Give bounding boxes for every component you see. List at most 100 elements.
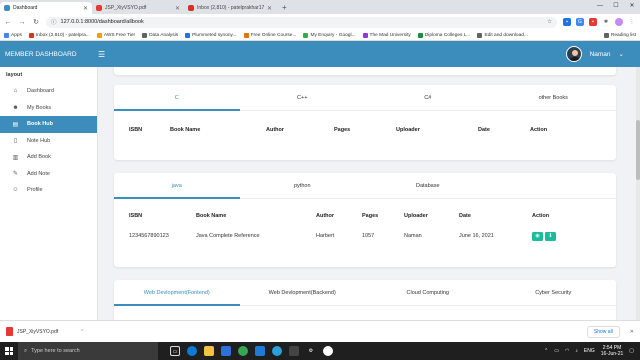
category-tabs: C C++ C# other Books bbox=[114, 85, 616, 111]
chevron-up-icon[interactable]: ⌃ bbox=[544, 348, 548, 354]
tab-other-books[interactable]: other Books bbox=[491, 85, 617, 110]
cell-date: June 16, 2021 bbox=[459, 233, 494, 239]
books-table: ISBN Book Name Author Pages Uploader Dat… bbox=[114, 206, 616, 246]
bookmark-edit-download[interactable]: Edit and download... bbox=[477, 32, 528, 38]
scrollbar-thumb[interactable] bbox=[636, 120, 640, 180]
extension-icon[interactable]: ▪ bbox=[563, 18, 571, 26]
bookmark-inbox[interactable]: Inbox (2,810) - patelpra... bbox=[28, 32, 90, 38]
browser-tab-inbox[interactable]: Inbox (2,810) - patelprakhar176... ✕ bbox=[184, 2, 276, 14]
tab-python[interactable]: python bbox=[240, 173, 366, 198]
col-action: Action bbox=[530, 127, 548, 133]
volume-icon[interactable]: ♪ bbox=[575, 348, 578, 354]
chevron-up-icon[interactable]: ⌃ bbox=[80, 329, 84, 335]
site-icon bbox=[185, 32, 191, 38]
browser-tab-pdf[interactable]: JSP_XiyVSYO.pdf ✕ bbox=[92, 2, 184, 14]
tab-csharp[interactable]: C# bbox=[365, 85, 491, 110]
github-icon[interactable] bbox=[323, 346, 333, 356]
folder-icon bbox=[477, 32, 483, 38]
url-bar[interactable]: ⓘ 127.0.0.1:8000/dashboard/allbook ☆ bbox=[46, 16, 557, 28]
profile-icon[interactable] bbox=[615, 18, 623, 26]
download-file-name[interactable]: JSP_XiyVSYO.pdf bbox=[17, 329, 58, 335]
windows-start-button[interactable] bbox=[0, 342, 18, 360]
bookmark-enquiry[interactable]: My Enquiry - Googl... bbox=[303, 32, 356, 38]
bookmark-data-analysis[interactable]: Data Analysis bbox=[142, 32, 178, 38]
bookmark-free-course[interactable]: Free Online Course... bbox=[243, 32, 296, 38]
sidebar-item-label: Profile bbox=[27, 187, 43, 194]
tab-database[interactable]: Database bbox=[365, 173, 491, 198]
user-icon: ☻ bbox=[12, 104, 19, 111]
terminal-icon[interactable] bbox=[289, 346, 299, 356]
wifi-icon[interactable]: ◠ bbox=[565, 348, 569, 354]
store-icon[interactable] bbox=[221, 346, 231, 356]
col-book-name: Book Name bbox=[196, 213, 227, 219]
tab-java[interactable]: java bbox=[114, 173, 240, 199]
tab-web-frontend[interactable]: Web Devlopment(Fontend) bbox=[114, 280, 240, 306]
col-author: Author bbox=[316, 213, 335, 219]
language-indicator[interactable]: ENG bbox=[584, 348, 595, 354]
extension-icon[interactable]: ▪ bbox=[589, 18, 597, 26]
reading-list[interactable]: Reading list bbox=[603, 32, 636, 38]
cell-book-name: Java Complete Reference bbox=[196, 233, 260, 239]
sidebar-item-add-book[interactable]: ▥ Add Book bbox=[0, 149, 97, 166]
task-view-icon[interactable]: ▭ bbox=[170, 346, 180, 356]
close-tab-icon[interactable]: ✕ bbox=[175, 5, 180, 12]
download-icon[interactable]: ⬇ bbox=[545, 231, 556, 241]
puzzle-icon[interactable]: ✱ bbox=[602, 18, 610, 26]
bookmark-aws[interactable]: AWS Free Tier bbox=[96, 32, 135, 38]
bookmark-plummeted[interactable]: Plummeted synony... bbox=[185, 32, 237, 38]
url-text: 127.0.0.1:8000/dashboard/allbook bbox=[60, 19, 144, 25]
page-scrollbar[interactable] bbox=[636, 67, 640, 320]
tab-web-backend[interactable]: Web Devlopment(Backend) bbox=[240, 280, 366, 305]
new-tab-icon[interactable]: + bbox=[276, 2, 293, 14]
file-explorer-icon[interactable] bbox=[204, 346, 214, 356]
vscode-icon[interactable] bbox=[255, 346, 265, 356]
show-all-button[interactable]: Show all bbox=[586, 325, 620, 338]
tab-cloud-computing[interactable]: Cloud Computing bbox=[365, 280, 491, 305]
site-icon bbox=[243, 32, 249, 38]
reload-icon[interactable]: ↻ bbox=[32, 18, 40, 26]
sidebar-item-add-note[interactable]: ✎ Add Note bbox=[0, 166, 97, 183]
forward-icon[interactable]: → bbox=[18, 19, 26, 26]
extension-icon[interactable]: G bbox=[576, 18, 584, 26]
back-icon[interactable]: ← bbox=[4, 19, 12, 26]
taskbar-search-input[interactable]: ⌕ Type here to search bbox=[18, 342, 158, 360]
close-tab-icon[interactable]: ✕ bbox=[267, 5, 272, 12]
sidebar-item-book-hub[interactable]: ▤ Book Hub bbox=[0, 116, 97, 133]
tab-spacer bbox=[491, 173, 617, 198]
bookmark-star-icon[interactable]: ☆ bbox=[547, 19, 552, 25]
bookmark-diploma[interactable]: Diploma Colleges L... bbox=[417, 32, 470, 38]
edge-icon[interactable] bbox=[187, 346, 197, 356]
minimize-icon[interactable]: — bbox=[592, 0, 608, 12]
tab-cyber-security[interactable]: Cyber Security bbox=[491, 280, 617, 305]
browser-tab-dashboard[interactable]: Dashboard ✕ bbox=[0, 2, 92, 14]
sidebar-item-dashboard[interactable]: ⌂ Dashboard bbox=[0, 83, 97, 100]
sidebar-item-profile[interactable]: ☺ Profile bbox=[0, 182, 97, 199]
chrome-icon[interactable] bbox=[238, 346, 248, 356]
info-icon[interactable]: ⓘ bbox=[51, 18, 57, 26]
bookmark-mad-university[interactable]: The Mad University bbox=[362, 32, 411, 38]
gmail-favicon-icon bbox=[188, 5, 194, 11]
tab-cpp[interactable]: C++ bbox=[240, 85, 366, 110]
notification-icon[interactable]: ▢ bbox=[629, 348, 634, 354]
menu-icon[interactable]: ⋮ bbox=[628, 18, 636, 26]
tab-c[interactable]: C bbox=[114, 85, 240, 111]
user-menu[interactable]: Naman ⌄ bbox=[565, 46, 640, 62]
hamburger-menu-icon[interactable]: ☰ bbox=[98, 50, 105, 59]
sidebar-item-note-hub[interactable]: ▯ Note Hub bbox=[0, 133, 97, 150]
sidebar-item-my-books[interactable]: ☻ My Books bbox=[0, 100, 97, 117]
close-tab-icon[interactable]: ✕ bbox=[83, 5, 88, 12]
view-eye-icon[interactable]: ◉ bbox=[532, 231, 543, 241]
bookmark-apps[interactable]: Apps bbox=[4, 32, 22, 38]
settings-icon[interactable]: ⚙ bbox=[306, 346, 316, 356]
aws-icon bbox=[96, 32, 102, 38]
sidebar: layout ⌂ Dashboard ☻ My Books ▤ Book Hub… bbox=[0, 67, 98, 320]
battery-icon[interactable]: ▭ bbox=[554, 348, 559, 354]
telegram-icon[interactable] bbox=[272, 346, 282, 356]
sidebar-item-label: My Books bbox=[27, 104, 52, 111]
close-icon[interactable]: ✕ bbox=[630, 329, 634, 335]
forms-icon bbox=[303, 32, 309, 38]
close-window-icon[interactable]: ✕ bbox=[624, 0, 640, 12]
clock[interactable]: 2:54 PM 16-Jun-21 bbox=[601, 345, 624, 357]
window-controls: — ☐ ✕ bbox=[592, 0, 640, 12]
maximize-icon[interactable]: ☐ bbox=[608, 0, 624, 12]
